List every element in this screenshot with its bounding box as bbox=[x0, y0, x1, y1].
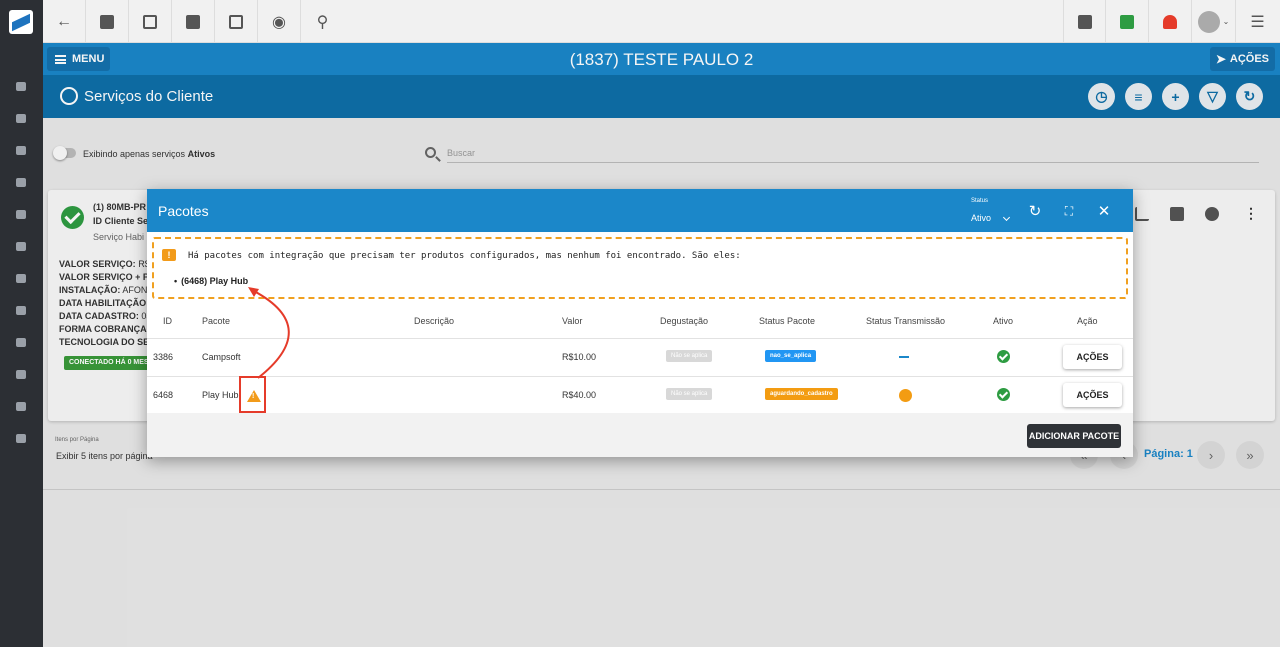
calendar-icon[interactable] bbox=[16, 210, 26, 219]
col-id: ID bbox=[163, 316, 172, 326]
row1-active-check-icon bbox=[997, 350, 1010, 363]
server-icon[interactable] bbox=[16, 370, 26, 379]
list-icon: ☰ bbox=[1250, 13, 1265, 31]
alert-icon: ! bbox=[162, 249, 176, 261]
row2-status-badge: aguardando_cadastro bbox=[765, 388, 838, 400]
fullscreen-icon[interactable]: ⛶ bbox=[1061, 204, 1077, 219]
warning-message: Há pacotes com integração que precisam t… bbox=[188, 251, 741, 261]
row2-id: 6468 bbox=[153, 390, 174, 400]
location-icon[interactable] bbox=[16, 306, 26, 315]
pdf-icon bbox=[1077, 14, 1092, 29]
col-ativo: Ativo bbox=[993, 316, 1014, 326]
calendar-clock-icon bbox=[143, 14, 157, 29]
row1-status-badge: nao_se_aplica bbox=[765, 350, 817, 362]
status-filter-select[interactable]: Ativo bbox=[971, 213, 991, 223]
row2-pacote: Play Hub bbox=[202, 390, 239, 400]
search-icon: ⚲ bbox=[316, 13, 329, 31]
modal-title: Pacotes bbox=[158, 203, 209, 219]
dollar-icon bbox=[186, 14, 200, 29]
contact-card-icon bbox=[100, 14, 114, 29]
status-filter-label: Status bbox=[971, 198, 989, 204]
terminal-icon bbox=[229, 14, 243, 29]
chevron-down-icon: ⌄ bbox=[1222, 17, 1230, 26]
user-menu-button[interactable]: ⌄ bbox=[1192, 0, 1236, 43]
col-valor: Valor bbox=[562, 316, 583, 326]
col-status-transmissao: Status Transmissão bbox=[866, 316, 946, 326]
box-icon[interactable] bbox=[16, 242, 26, 251]
modal-footer bbox=[147, 413, 1133, 457]
packages-modal: Pacotes Status Ativo ↻ ⛶ ✕ ! Há pacotes … bbox=[147, 189, 1133, 457]
pdf-button[interactable] bbox=[1063, 0, 1106, 43]
col-pacote: Pacote bbox=[202, 316, 231, 326]
app-logo[interactable] bbox=[9, 10, 33, 34]
sidebar bbox=[0, 0, 43, 647]
row2-active-check-icon bbox=[997, 388, 1010, 401]
top-toolbar: ← ◉ ⚲ ⌄ ☰ bbox=[43, 0, 1280, 43]
search-button[interactable]: ⚲ bbox=[301, 0, 344, 43]
row-divider bbox=[147, 376, 1133, 377]
row2-degustacao-badge: Não se aplica bbox=[666, 388, 713, 400]
finance-button[interactable] bbox=[172, 0, 215, 43]
row2-valor: R$40.00 bbox=[562, 390, 597, 400]
file-icon[interactable] bbox=[16, 402, 26, 411]
col-descricao: Descrição bbox=[414, 316, 455, 326]
row2-transmission-dot bbox=[899, 389, 912, 402]
annotation-highlight-box bbox=[239, 376, 266, 413]
eye-icon: ◉ bbox=[272, 13, 286, 31]
warning-item: (6468) Play Hub bbox=[174, 276, 248, 286]
chevron-down-icon[interactable] bbox=[1002, 213, 1011, 222]
view-button[interactable]: ◉ bbox=[258, 0, 301, 43]
check-chat-icon bbox=[1120, 14, 1134, 29]
list-menu-button[interactable]: ☰ bbox=[1236, 0, 1279, 43]
row1-valor: R$10.00 bbox=[562, 352, 597, 362]
row1-pacote: Campsoft bbox=[202, 352, 241, 362]
alerts-button[interactable] bbox=[1149, 0, 1192, 43]
warning-alert: ! Há pacotes com integração que precisam… bbox=[152, 237, 1128, 299]
col-degustacao: Degustação bbox=[660, 316, 709, 326]
card-icon[interactable] bbox=[16, 178, 26, 187]
document-icon[interactable] bbox=[16, 338, 26, 347]
terminal-button[interactable] bbox=[215, 0, 258, 43]
row2-actions-button[interactable]: AÇÕES bbox=[1063, 383, 1122, 407]
col-acao: Ação bbox=[1077, 316, 1098, 326]
arrow-left-icon: ← bbox=[56, 12, 72, 30]
close-icon[interactable]: ✕ bbox=[1096, 202, 1112, 220]
chart-icon[interactable] bbox=[16, 114, 26, 123]
money-icon[interactable] bbox=[16, 274, 26, 283]
row1-actions-button[interactable]: AÇÕES bbox=[1063, 345, 1122, 369]
avatar bbox=[1197, 10, 1220, 33]
row1-id: 3386 bbox=[153, 352, 174, 362]
contact-button[interactable] bbox=[86, 0, 129, 43]
header-divider bbox=[147, 338, 1133, 339]
row1-transmission-dash bbox=[899, 356, 909, 358]
dashboard-icon[interactable] bbox=[16, 82, 26, 91]
settings-icon[interactable] bbox=[16, 434, 26, 443]
back-button[interactable]: ← bbox=[43, 0, 86, 43]
tasks-button[interactable] bbox=[1106, 0, 1149, 43]
refresh-icon[interactable]: ↻ bbox=[1027, 202, 1043, 220]
row1-degustacao-badge: Não se aplica bbox=[666, 350, 713, 362]
modal-header: Pacotes Status Ativo ↻ ⛶ ✕ bbox=[147, 189, 1133, 232]
schedule-button[interactable] bbox=[129, 0, 172, 43]
bell-icon bbox=[1163, 14, 1177, 29]
col-status-pacote: Status Pacote bbox=[759, 316, 816, 326]
contact-icon[interactable] bbox=[16, 146, 26, 155]
add-package-button[interactable]: ADICIONAR PACOTE bbox=[1027, 424, 1121, 448]
